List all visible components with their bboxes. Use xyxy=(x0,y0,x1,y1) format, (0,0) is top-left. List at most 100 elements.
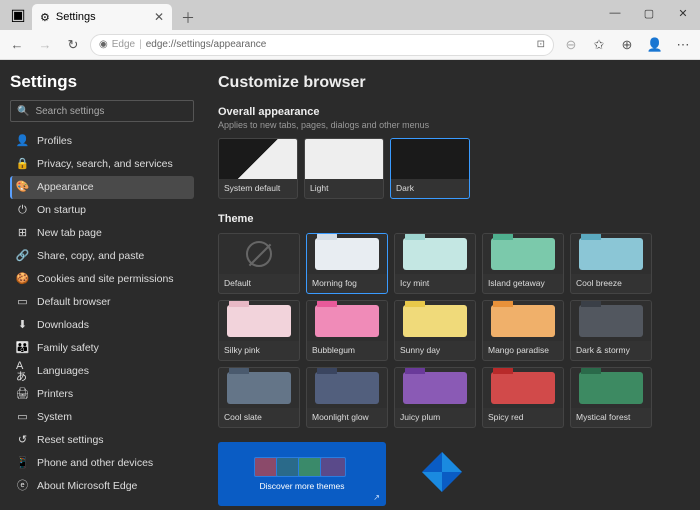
nav-icon: ⊞ xyxy=(16,227,29,240)
nav-icon: 🔒 xyxy=(16,158,29,171)
title-bar: ▣ ⚙ Settings ✕ ＋ — ▢ ✕ xyxy=(0,0,700,30)
theme-cool-slate[interactable]: Cool slate xyxy=(218,367,300,428)
sidebar-item-reset-settings[interactable]: ↺Reset settings xyxy=(10,429,194,452)
sidebar-item-system[interactable]: ▭ System xyxy=(10,406,194,429)
theme-label: Silky pink xyxy=(219,341,299,360)
main-content: Customize browser Overall appearance App… xyxy=(204,60,700,510)
appearance-system-default[interactable]: System default xyxy=(218,138,298,199)
read-aloud-icon[interactable]: ⊡ xyxy=(537,39,545,50)
theme-label: Default xyxy=(219,274,299,293)
nav-label: Default browser xyxy=(37,297,111,308)
overall-appearance-label: Overall appearance xyxy=(218,106,686,118)
theme-label: Island getaway xyxy=(483,274,563,293)
sidebar-item-phone-and-other-devices[interactable]: 📱 Phone and other devices xyxy=(10,452,194,475)
nav-icon: ▭ xyxy=(16,411,29,424)
nav-label: Family safety xyxy=(37,343,99,354)
sidebar-item-about-microsoft-edge[interactable]: ⓔAbout Microsoft Edge xyxy=(10,475,194,498)
browser-tab[interactable]: ⚙ Settings ✕ xyxy=(32,4,172,30)
theme-juicy-plum[interactable]: Juicy plum xyxy=(394,367,476,428)
settings-title: Settings xyxy=(10,72,194,92)
theme-label: Sunny day xyxy=(395,341,475,360)
theme-label: Spicy red xyxy=(483,408,563,427)
sidebar-item-family-safety[interactable]: 👪Family safety xyxy=(10,337,194,360)
nav-icon: 🖨 xyxy=(16,388,29,401)
addr-url: edge://settings/appearance xyxy=(146,39,267,50)
nav-icon: Aあ xyxy=(16,365,29,378)
theme-mango-paradise[interactable]: Mango paradise xyxy=(482,300,564,361)
no-theme-icon xyxy=(246,241,272,267)
new-tab-button[interactable]: ＋ xyxy=(176,6,200,30)
sidebar-item-privacy-search-and-services[interactable]: 🔒 Privacy, search, and services xyxy=(10,153,194,176)
theme-label: Bubblegum xyxy=(307,341,387,360)
theme-mystical-forest[interactable]: Mystical forest xyxy=(570,367,652,428)
nav-label: Phone and other devices xyxy=(37,458,153,469)
sync-icon[interactable]: ⊖ xyxy=(560,34,582,56)
sidebar-item-on-startup[interactable]: ⏻On startup xyxy=(10,199,194,222)
appearance-label: Light xyxy=(305,179,383,198)
discover-themes-button[interactable]: Discover more themes ↗ xyxy=(218,442,386,506)
appearance-label: System default xyxy=(219,179,297,198)
theme-island-getaway[interactable]: Island getaway xyxy=(482,233,564,294)
theme-icy-mint[interactable]: Icy mint xyxy=(394,233,476,294)
theme-label: Morning fog xyxy=(307,274,387,293)
refresh-button[interactable]: ↻ xyxy=(62,34,84,56)
forward-button[interactable]: → xyxy=(34,34,56,56)
back-button[interactable]: ← xyxy=(6,34,28,56)
nav-label: Downloads xyxy=(37,320,89,331)
nav-label: Printers xyxy=(37,389,73,400)
sidebar-item-default-browser[interactable]: ▭Default browser xyxy=(10,291,194,314)
theme-label: Juicy plum xyxy=(395,408,475,427)
search-input[interactable]: 🔍 Search settings xyxy=(10,100,194,122)
nav-icon: ⬇ xyxy=(16,319,29,332)
theme-moonlight-glow[interactable]: Moonlight glow xyxy=(306,367,388,428)
close-tab-icon[interactable]: ✕ xyxy=(154,10,164,24)
sidebar-item-appearance[interactable]: 🎨Appearance xyxy=(10,176,194,199)
theme-label: Dark & stormy xyxy=(571,341,651,360)
nav-label: System xyxy=(37,412,72,423)
edge-icon: ◉ xyxy=(99,39,108,50)
nav-label: Share, copy, and paste xyxy=(37,251,144,262)
appearance-label: Dark xyxy=(391,179,469,198)
maximize-button[interactable]: ▢ xyxy=(632,0,666,26)
nav-label: Languages xyxy=(37,366,89,377)
sidebar-item-languages[interactable]: Aあ Languages xyxy=(10,360,194,383)
nav-label: Appearance xyxy=(37,182,94,193)
theme-bubblegum[interactable]: Bubblegum xyxy=(306,300,388,361)
sidebar-item-downloads[interactable]: ⬇ Downloads xyxy=(10,314,194,337)
appearance-light[interactable]: Light xyxy=(304,138,384,199)
sidebar-item-profiles[interactable]: 👤 Profiles xyxy=(10,130,194,153)
theme-label: Cool breeze xyxy=(571,274,651,293)
theme-default[interactable]: Default xyxy=(218,233,300,294)
discover-label: Discover more themes xyxy=(259,481,344,491)
menu-icon[interactable]: ⋯ xyxy=(672,34,694,56)
nav-label: Privacy, search, and services xyxy=(37,159,173,170)
sidebar-item-printers[interactable]: 🖨 Printers xyxy=(10,383,194,406)
windows-logo xyxy=(422,452,462,492)
sidebar-item-new-tab-page[interactable]: ⊞New tab page xyxy=(10,222,194,245)
profile-icon[interactable]: 👤 xyxy=(644,34,666,56)
close-window-button[interactable]: ✕ xyxy=(666,0,700,26)
minimize-button[interactable]: — xyxy=(598,0,632,26)
address-bar[interactable]: ◉ Edge | edge://settings/appearance ⊡ xyxy=(90,34,554,56)
page-heading: Customize browser xyxy=(218,74,686,92)
collections-icon[interactable]: ⊕ xyxy=(616,34,638,56)
external-link-icon: ↗ xyxy=(373,493,380,502)
search-icon: 🔍 xyxy=(17,106,29,117)
sidebar-item-share-copy-and-paste[interactable]: 🔗Share, copy, and paste xyxy=(10,245,194,268)
appearance-dark[interactable]: Dark xyxy=(390,138,470,199)
theme-silky-pink[interactable]: Silky pink xyxy=(218,300,300,361)
theme-sunny-day[interactable]: Sunny day xyxy=(394,300,476,361)
nav-icon: ⏻ xyxy=(16,204,29,217)
sidebar-item-cookies-and-site-permissions[interactable]: 🍪Cookies and site permissions xyxy=(10,268,194,291)
nav-icon: 📱 xyxy=(16,457,29,470)
tab-title: Settings xyxy=(56,11,96,23)
theme-cool-breeze[interactable]: Cool breeze xyxy=(570,233,652,294)
theme-dark-stormy[interactable]: Dark & stormy xyxy=(570,300,652,361)
theme-spicy-red[interactable]: Spicy red xyxy=(482,367,564,428)
nav-icon: 🍪 xyxy=(16,273,29,286)
nav-icon: 👤 xyxy=(16,135,29,148)
theme-label: Mystical forest xyxy=(571,408,651,427)
favorites-icon[interactable]: ✩ xyxy=(588,34,610,56)
theme-morning-fog[interactable]: Morning fog xyxy=(306,233,388,294)
nav-label: Profiles xyxy=(37,136,72,147)
